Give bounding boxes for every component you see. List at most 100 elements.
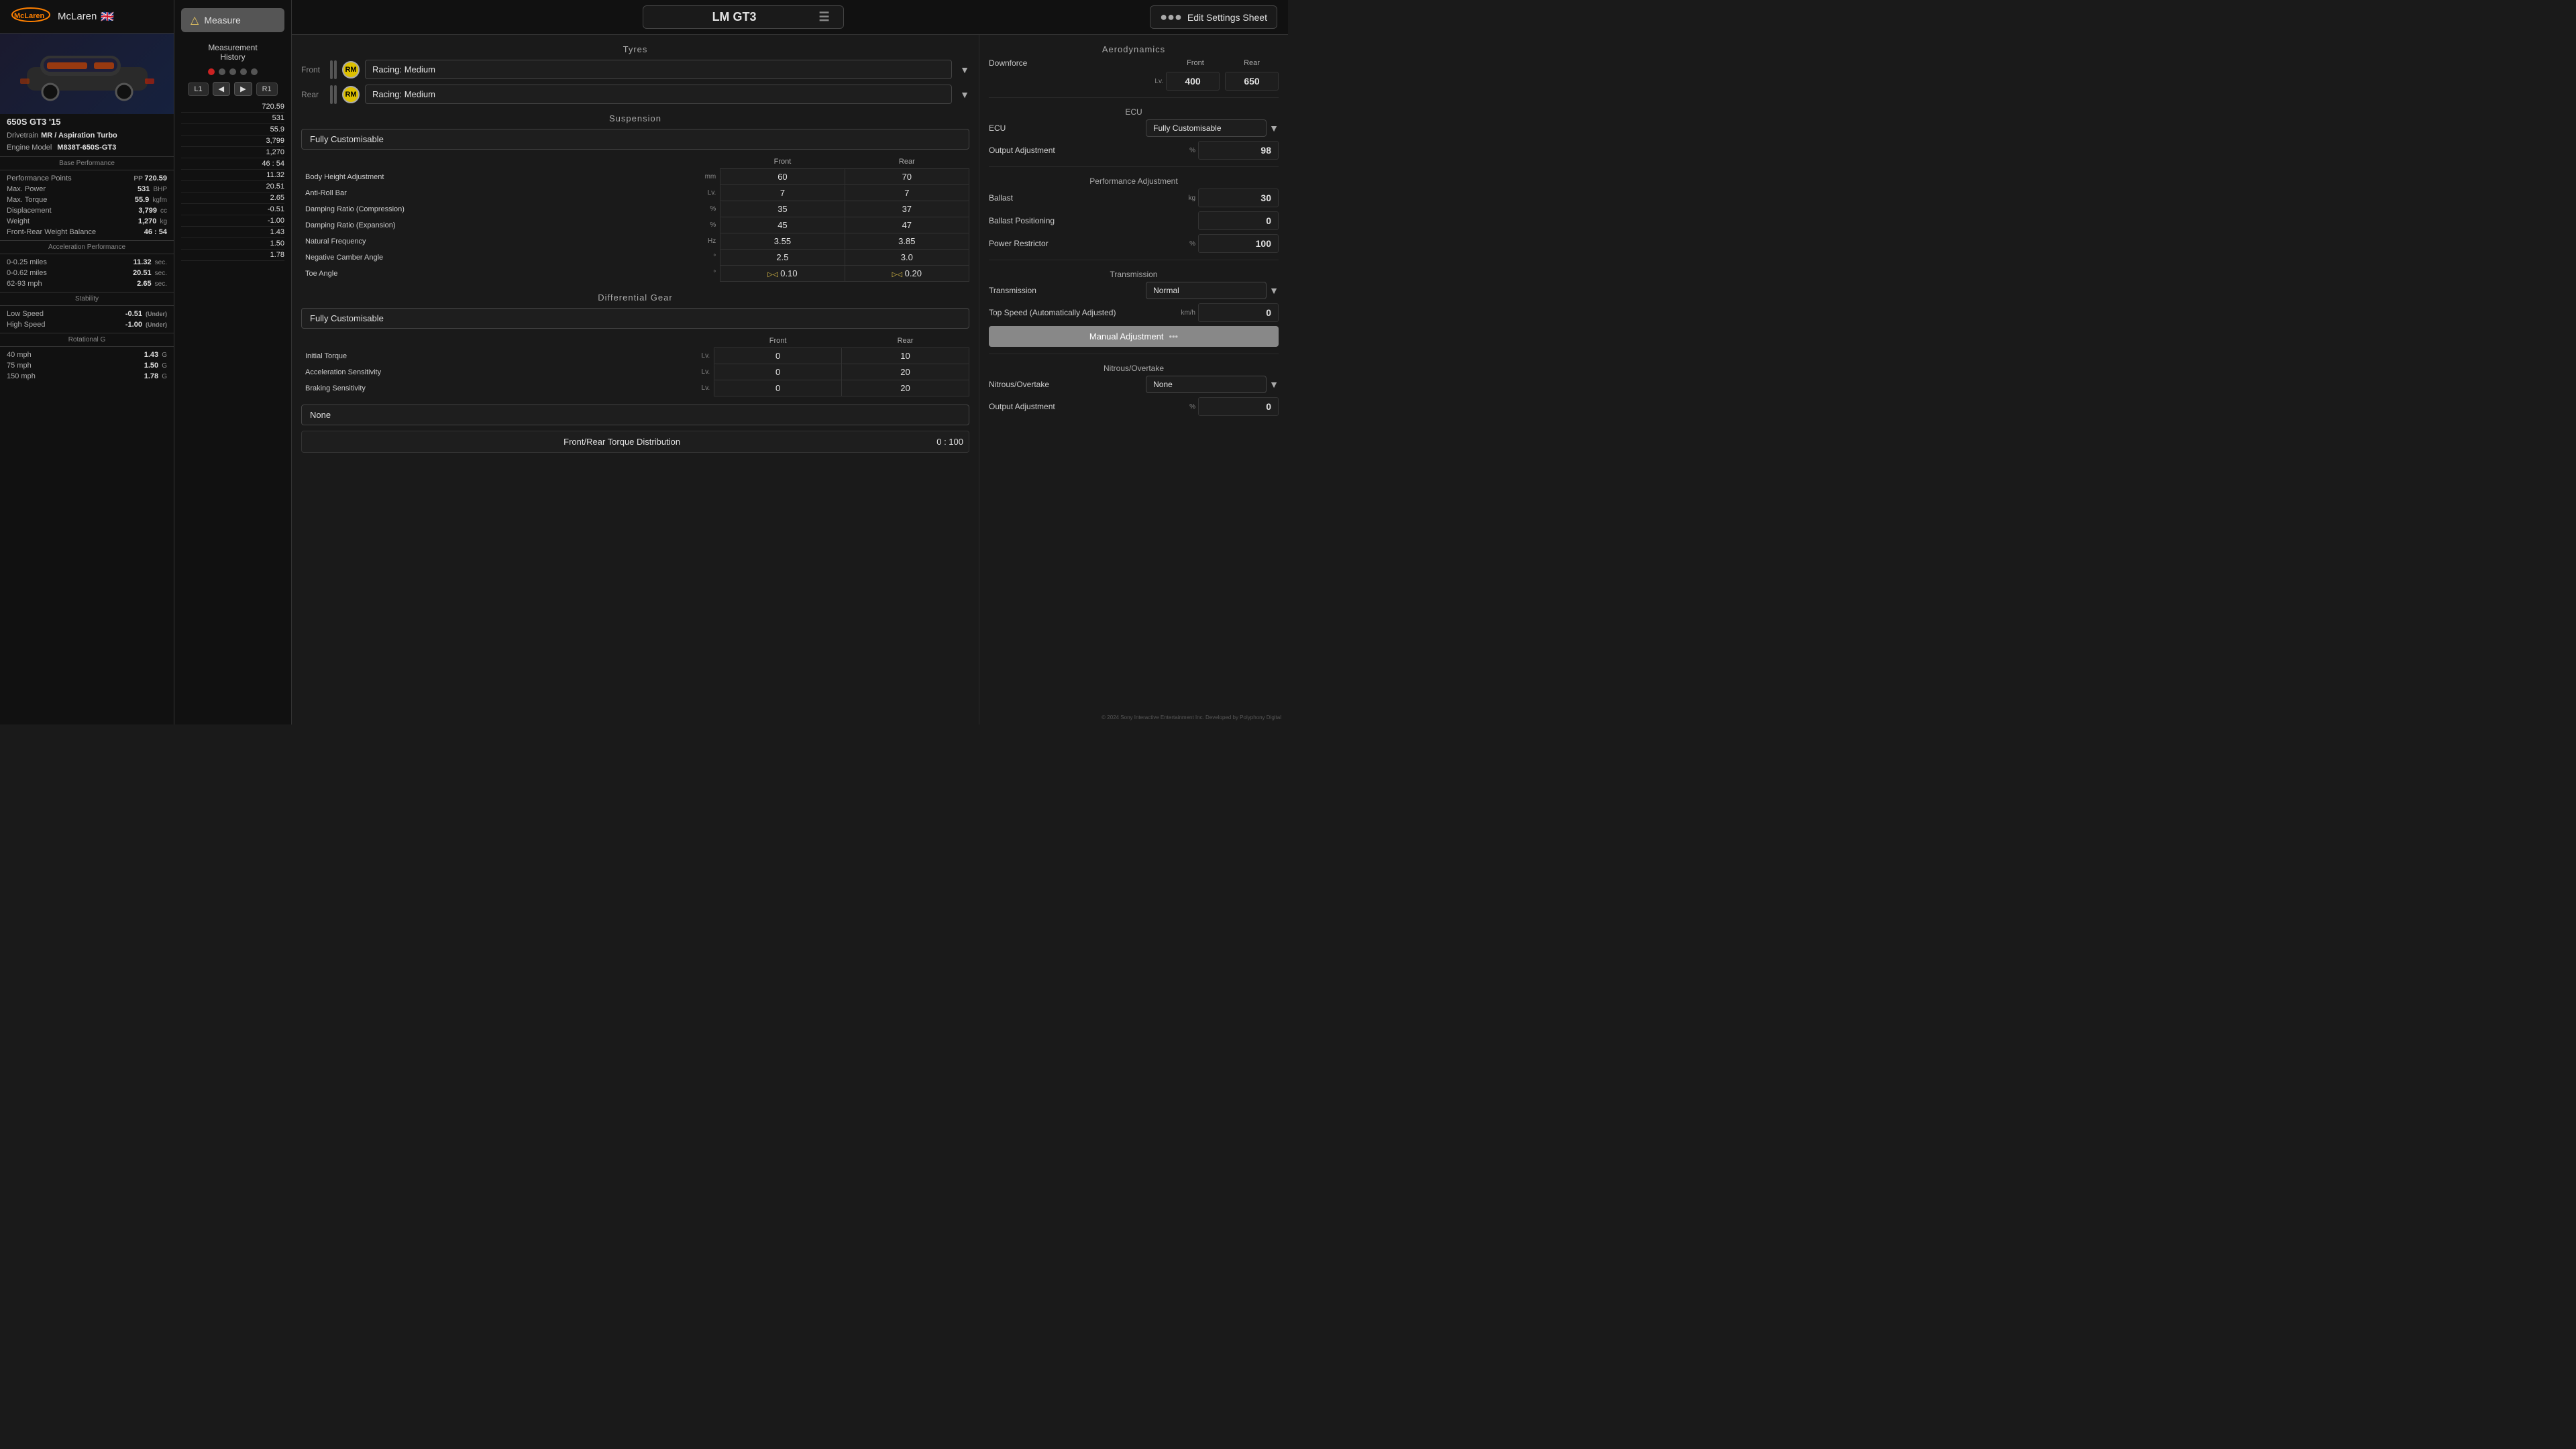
hamburger-icon[interactable]: ☰ [819,10,830,24]
suspension-row-1: Anti-Roll Bar Lv. 7 7 [301,185,969,201]
rear-tyre-bar-left [330,85,333,104]
measure-dot-3 [229,68,236,75]
output-adjustment-label: Output Adjustment [989,146,1189,155]
measure-data-power: 531 [181,113,284,124]
high-speed-row: High Speed -1.00 (Under) [7,319,167,330]
stability-stats-table: Low Speed -0.51 (Under) High Speed -1.00… [0,309,174,330]
susp-front-5: 2.5 [720,250,845,266]
suspension-row-5: Negative Camber Angle ° 2.5 3.0 [301,250,969,266]
suspension-row-3: Damping Ratio (Expansion) % 45 47 [301,217,969,233]
displacement-row: Displacement 3,799 cc [7,205,167,216]
nitrous-output-adj-row: Output Adjustment % 0 [989,397,1279,416]
power-restrictor-value: 100 [1198,234,1279,253]
diff-col-front: Front [714,334,842,348]
r1-label: R1 [256,83,278,96]
measure-dot-4 [240,68,247,75]
rear-tyre-dropdown[interactable]: Racing: Medium [365,85,952,104]
rear-tyre-chevron: ▼ [960,89,969,100]
susp-label-2: Damping Ratio (Compression) [301,201,669,217]
front-tyre-badge: RM [342,61,360,78]
suspension-type-dropdown[interactable]: Fully Customisable [301,129,969,150]
aerodynamics-section: Aerodynamics Downforce Front Rear Lv. 40… [989,42,1279,91]
dots-icon: ●●● [1160,10,1182,24]
transmission-chevron-icon: ▼ [1269,285,1279,296]
suspension-section: Suspension Fully Customisable Front [301,111,969,282]
rot-g-stats-table: 40 mph 1.43 G 75 mph 1.50 G 150 mph 1.78… [0,350,174,382]
nitrous-output-unit: % [1189,403,1195,411]
downforce-row: Downforce Front Rear [989,58,1279,68]
transmission-dropdown[interactable]: Normal [1146,282,1267,299]
susp-label-3: Damping Ratio (Expansion) [301,217,669,233]
differential-section-title: Differential Gear [301,290,969,308]
prev-button[interactable]: ◀ [213,82,230,96]
susp-unit-4: Hz [669,233,720,250]
suspension-row-6: Toe Angle ° ▷◁ 0.10 ▷◁ 0.20 [301,266,969,282]
drivetrain-value: MR / Aspiration Turbo [41,131,117,140]
susp-unit-2: % [669,201,720,217]
downforce-values-row: Lv. 400 650 [989,72,1279,91]
aero-front-rear-labels: Front Rear [1169,59,1279,67]
ballast-pos-value: 0 [1198,211,1279,230]
transmission-label: Transmission [989,286,1134,295]
differential-row-0: Initial Torque Lv. 0 10 [301,348,969,364]
transmission-section: Transmission Transmission Normal ▼ Top S… [989,266,1279,347]
aero-front-header: Front [1169,59,1222,67]
diff-front-1: 0 [714,364,842,380]
car-title-box: LM GT3 ☰ [643,5,844,29]
susp-front-4: 3.55 [720,233,845,250]
ecu-dropdown[interactable]: Fully Customisable [1146,119,1267,137]
measure-data-accel062: 20.51 [181,181,284,193]
car-title: LM GT3 [657,10,812,24]
nitrous-dropdown[interactable]: None [1146,376,1267,393]
left-panel: McLaren McLaren 🇬🇧 [0,0,174,724]
downforce-rear-value: 650 [1225,72,1279,91]
nitrous-label: Nitrous/Overtake [989,380,1134,389]
measure-button[interactable]: △ Measure [181,8,284,32]
susp-front-1: 7 [720,185,845,201]
top-speed-row: Top Speed (Automatically Adjusted) km/h … [989,303,1279,322]
measure-data-75mph: 1.50 [181,238,284,250]
next-button[interactable]: ▶ [234,82,252,96]
rot-g-divider: Rotational G [0,333,174,347]
nitrous-header: Nitrous/Overtake [989,360,1279,376]
svg-text:McLaren: McLaren [14,12,45,20]
car-image-area [0,34,174,114]
measure-data-weight: 1,270 [181,147,284,158]
measure-dot-2 [219,68,225,75]
aero-divider [989,97,1279,98]
edit-settings-button[interactable]: ●●● Edit Settings Sheet [1150,5,1277,29]
differential-row-1: Acceleration Sensitivity Lv. 0 20 [301,364,969,380]
susp-col-unit [669,155,720,169]
rear-tyre-bar-right [334,85,337,104]
susp-col-front: Front [720,155,845,169]
measure-triangle-icon: △ [191,13,199,27]
output-adjustment-row: Output Adjustment % 98 [989,141,1279,160]
power-restrictor-label: Power Restrictor [989,239,1189,248]
rear-tyre-badge: RM [342,86,360,103]
differential-type-dropdown[interactable]: Fully Customisable [301,308,969,329]
max-torque-row: Max. Torque 55.9 kgfm [7,195,167,205]
nitrous-output-value: 0 [1198,397,1279,416]
ballast-unit: kg [1188,195,1195,202]
measure-data-column: 720.59 531 55.9 3,799 1,270 46 : 54 11.3… [174,99,291,724]
diff-col-unit [669,334,714,348]
susp-label-6: Toe Angle [301,266,669,282]
transmission-dropdown-row: Transmission Normal ▼ [989,282,1279,299]
measure-dot-5 [251,68,258,75]
pp-row: Performance Points PP 720.59 [7,173,167,184]
ballast-value: 30 [1198,189,1279,207]
susp-rear-2: 37 [845,201,969,217]
susp-rear-4: 3.85 [845,233,969,250]
susp-col-label [301,155,669,169]
susp-label-5: Negative Camber Angle [301,250,669,266]
torque-vectoring-dropdown[interactable]: None [301,405,969,425]
front-tyre-dropdown[interactable]: Racing: Medium [365,60,952,79]
mclaren-logo: McLaren [11,7,51,26]
manual-adjustment-button[interactable]: Manual Adjustment ••• [989,326,1279,347]
performance-adj-section: Performance Adjustment Ballast kg 30 Bal… [989,172,1279,253]
car-drivetrain-row: Drivetrain MR / Aspiration Turbo [0,129,174,142]
susp-rear-6: ▷◁ 0.20 [845,266,969,282]
diff-col-rear: Rear [842,334,969,348]
susp-unit-0: mm [669,169,720,185]
ballast-row: Ballast kg 30 [989,189,1279,207]
